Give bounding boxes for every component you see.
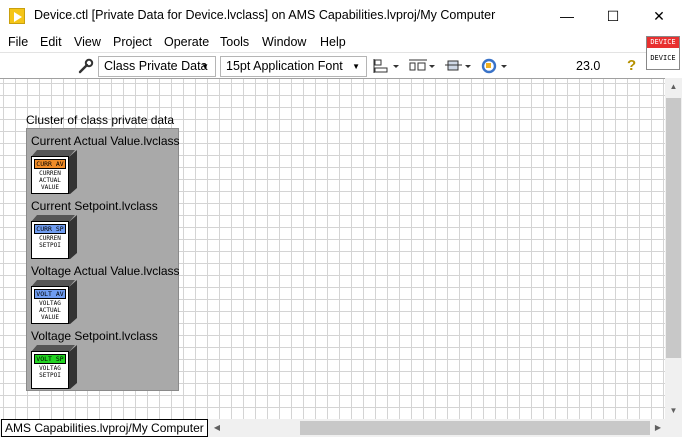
menu-window[interactable]: Window (262, 35, 306, 49)
element-label: Voltage Actual Value.lvclass (31, 264, 180, 278)
front-panel-canvas[interactable]: Cluster of class private data Current Ac… (0, 78, 665, 419)
vi-icon[interactable]: DEVICE DEVICE (646, 36, 680, 70)
scroll-left-icon[interactable]: ◀ (210, 419, 224, 437)
class-icon-voltage-actual-value[interactable]: VOLT AV VOLTAG ACTUAL VALUE (31, 280, 77, 326)
menu-project[interactable]: Project (113, 35, 152, 49)
class-icon-text: CURREN ACTUAL VALUE (39, 170, 61, 191)
menu-tools[interactable]: Tools (220, 35, 249, 49)
font-dropdown[interactable]: 15pt Application Font ▼ (220, 56, 367, 77)
menu-file[interactable]: File (8, 35, 28, 49)
reorder-icon[interactable] (480, 57, 508, 75)
class-icon-voltage-setpoint[interactable]: VOLT SP VOLTAG SETPOI (31, 345, 77, 391)
cluster-label: Cluster of class private data (26, 113, 175, 127)
chevron-down-icon: ▼ (201, 62, 209, 71)
class-data-dropdown[interactable]: Class Private Data ▼ (98, 56, 216, 77)
element-label: Voltage Setpoint.lvclass (31, 329, 158, 343)
maximize-button[interactable]: ☐ (590, 0, 636, 32)
class-icon-text: CURREN SETPOI (39, 235, 61, 249)
private-data-cluster[interactable]: Current Actual Value.lvclass CURR AV CUR… (26, 128, 180, 391)
menu-bar: File Edit View Project Operate Tools Win… (0, 32, 646, 52)
project-path[interactable]: AMS Capabilities.lvproj/My Computer (1, 419, 208, 437)
element-label: Current Setpoint.lvclass (31, 199, 158, 213)
menu-help[interactable]: Help (320, 35, 346, 49)
font-dropdown-value: 15pt Application Font (226, 59, 343, 73)
scroll-up-icon[interactable]: ▲ (665, 78, 682, 95)
class-tag: CURR SP (34, 224, 66, 234)
context-help-icon[interactable]: ? (627, 57, 636, 74)
zoom-level: 23.0 (576, 59, 601, 73)
labview-app-icon (9, 8, 25, 24)
class-icon-current-setpoint[interactable]: CURR SP CURREN SETPOI (31, 215, 77, 261)
class-icon-text: VOLTAG SETPOI (39, 365, 61, 379)
class-tag: VOLT AV (34, 289, 66, 299)
close-button[interactable]: ✕ (636, 0, 682, 32)
wrench-icon[interactable] (78, 58, 94, 74)
scroll-right-icon[interactable]: ▶ (651, 419, 665, 437)
chevron-down-icon: ▼ (352, 62, 360, 71)
vi-icon-banner: DEVICE (647, 37, 679, 48)
horizontal-scrollbar[interactable]: ◀ ▶ (210, 419, 665, 437)
class-data-dropdown-value: Class Private Data (104, 59, 208, 73)
menu-operate[interactable]: Operate (164, 35, 209, 49)
scroll-down-icon[interactable]: ▼ (665, 402, 682, 419)
toolbar: Class Private Data ▼ 15pt Application Fo… (0, 52, 646, 78)
align-objects-icon[interactable] (372, 57, 400, 75)
vertical-scrollbar[interactable]: ▲ ▼ (665, 78, 682, 419)
horizontal-scroll-thumb[interactable] (300, 421, 650, 435)
minimize-button[interactable]: — (544, 0, 590, 32)
resize-objects-icon[interactable] (444, 57, 472, 75)
menu-view[interactable]: View (74, 35, 101, 49)
vi-icon-text: DEVICE (650, 54, 676, 62)
distribute-objects-icon[interactable] (408, 57, 436, 75)
class-tag: CURR AV (34, 159, 66, 169)
menu-edit[interactable]: Edit (40, 35, 62, 49)
status-bar: AMS Capabilities.lvproj/My Computer ◀ ▶ (0, 419, 682, 437)
vertical-scroll-thumb[interactable] (666, 98, 681, 358)
window-title: Device.ctl [Private Data for Device.lvcl… (34, 8, 496, 22)
class-icon-text: VOLTAG ACTUAL VALUE (39, 300, 61, 321)
title-bar: Device.ctl [Private Data for Device.lvcl… (0, 0, 682, 32)
class-icon-current-actual-value[interactable]: CURR AV CURREN ACTUAL VALUE (31, 150, 77, 196)
class-tag: VOLT SP (34, 354, 66, 364)
element-label: Current Actual Value.lvclass (31, 134, 180, 148)
